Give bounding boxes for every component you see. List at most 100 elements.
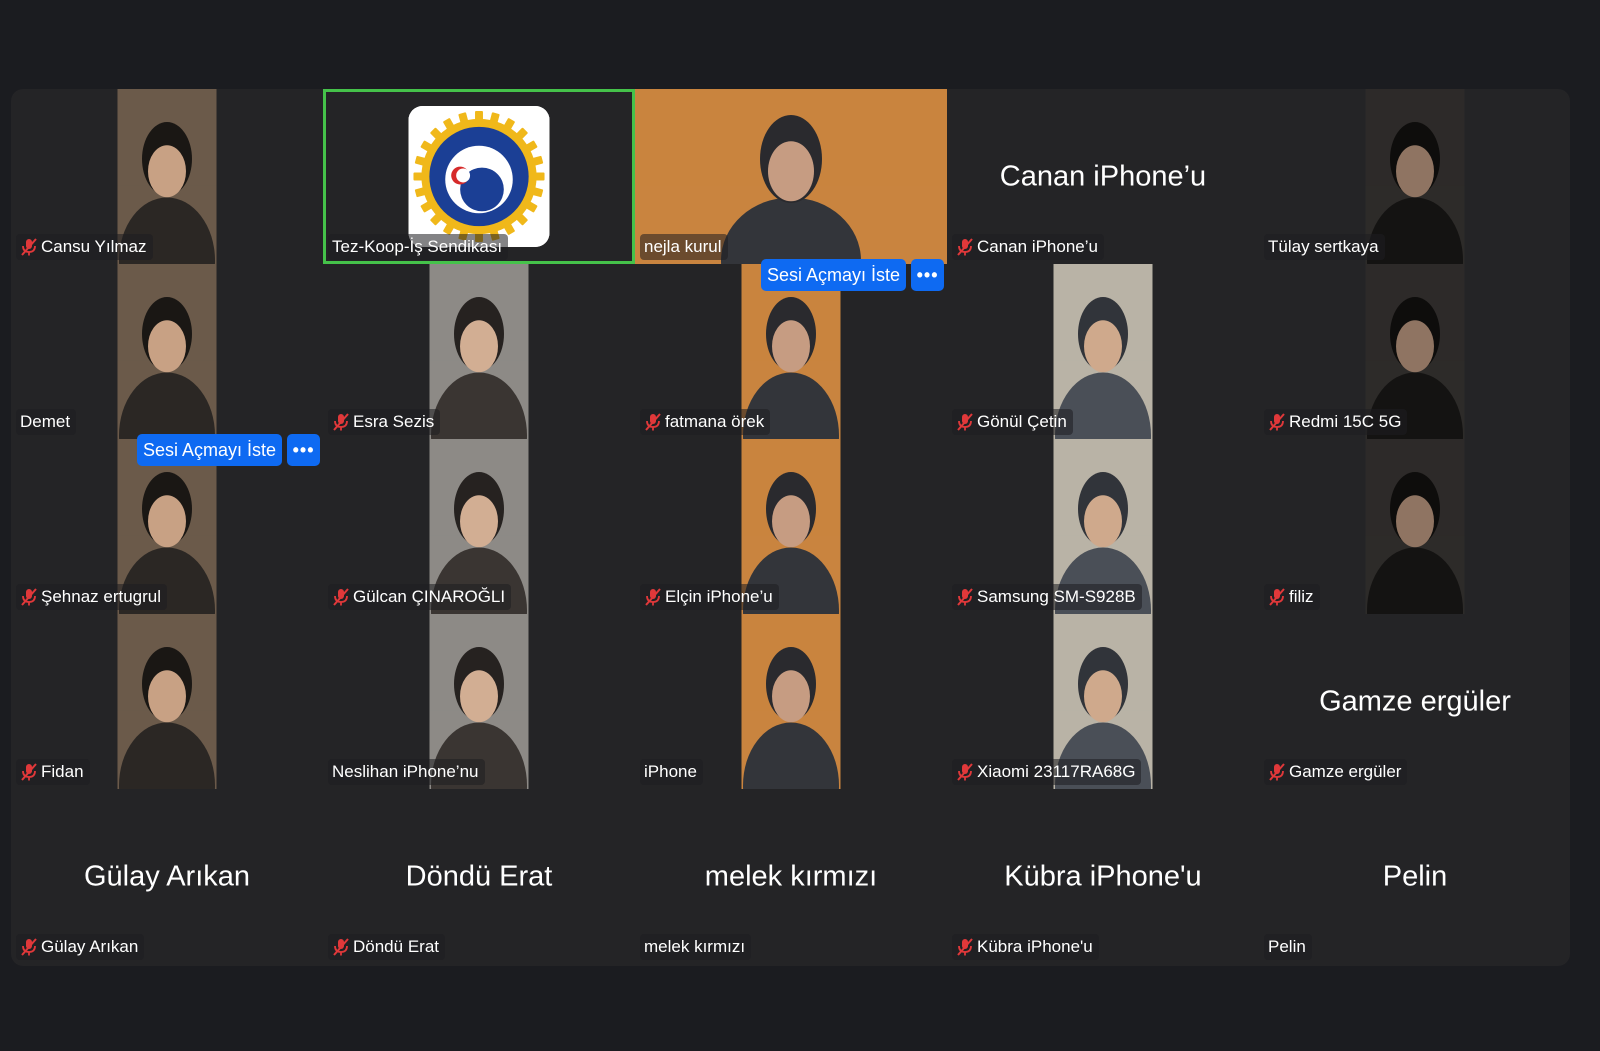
more-options-button[interactable]: ••• bbox=[287, 434, 321, 466]
participant-name: Cansu Yılmaz bbox=[41, 237, 147, 256]
participant-name: Gönül Çetin bbox=[977, 412, 1067, 431]
mic-muted-icon bbox=[333, 938, 349, 956]
more-options-button[interactable]: ••• bbox=[911, 259, 945, 291]
video-frame bbox=[117, 614, 217, 789]
participant-name-label: Cansu Yılmaz bbox=[16, 234, 153, 260]
participant-name-label: Esra Sezis bbox=[328, 409, 441, 435]
participant-name-label: Gülay Arıkan bbox=[16, 934, 145, 960]
participant-tile[interactable]: iPhone bbox=[635, 614, 947, 789]
mic-muted-icon bbox=[957, 763, 973, 781]
participant-tile[interactable]: Gamze ergüler Gamze ergüler bbox=[1259, 614, 1570, 789]
participant-name-label: melek kırmızı bbox=[640, 934, 752, 960]
participant-tile[interactable]: Döndü Erat Döndü Erat bbox=[323, 789, 635, 964]
participant-tile[interactable]: Elçin iPhone’u bbox=[635, 439, 947, 614]
participant-tile[interactable]: Samsung SM-S928B bbox=[947, 439, 1259, 614]
participant-name-label: fatmana örek bbox=[640, 409, 771, 435]
participant-name: Gülcan ÇINAROĞLI bbox=[353, 587, 506, 606]
participant-video bbox=[1365, 439, 1465, 614]
mic-muted-icon bbox=[333, 588, 349, 606]
participant-name: Kübra iPhone'u bbox=[977, 937, 1093, 956]
participant-name-label: Pelin bbox=[1264, 934, 1312, 960]
participant-tile[interactable]: Gülcan ÇINAROĞLI bbox=[323, 439, 635, 614]
video-frame bbox=[429, 264, 529, 439]
video-frame bbox=[741, 614, 841, 789]
participant-name: Xiaomi 23117RA68G bbox=[977, 762, 1136, 781]
participant-name: Gülay Arıkan bbox=[41, 937, 139, 956]
mic-muted-icon bbox=[1269, 413, 1285, 431]
participant-name: Pelin bbox=[1268, 937, 1306, 956]
participant-tile[interactable]: Tez-Koop-İş Sendikası bbox=[323, 89, 635, 264]
participant-name: Döndü Erat bbox=[353, 937, 439, 956]
mic-muted-icon bbox=[957, 413, 973, 431]
participant-tile[interactable]: Demet bbox=[11, 264, 323, 439]
participant-tile[interactable]: Neslihan iPhone’nu bbox=[323, 614, 635, 789]
participant-name-label: iPhone bbox=[640, 759, 703, 785]
ask-unmute-controls: Sesi Açmayı İste ••• bbox=[761, 259, 945, 291]
participant-name: Gamze ergüler bbox=[1289, 762, 1402, 781]
participant-name: Canan iPhone’u bbox=[977, 237, 1098, 256]
participant-name-label: Kübra iPhone'u bbox=[952, 934, 1099, 960]
participant-tile[interactable]: melek kırmızı melek kırmızı bbox=[635, 789, 947, 964]
participant-name-label: Gönül Çetin bbox=[952, 409, 1073, 435]
mic-muted-icon bbox=[1269, 588, 1285, 606]
participant-name: Tülay sertkaya bbox=[1268, 237, 1379, 256]
mic-muted-icon bbox=[1269, 763, 1285, 781]
mic-muted-icon bbox=[645, 413, 661, 431]
participant-tile[interactable]: Redmi 15C 5G bbox=[1259, 264, 1570, 439]
participant-name-label: Xiaomi 23117RA68G bbox=[952, 759, 1142, 785]
mic-muted-icon bbox=[957, 238, 973, 256]
participant-name: melek kırmızı bbox=[644, 937, 746, 956]
participant-tile[interactable]: Xiaomi 23117RA68G bbox=[947, 614, 1259, 789]
mic-muted-icon bbox=[21, 763, 37, 781]
participant-name: filiz bbox=[1289, 587, 1314, 606]
participant-tile[interactable]: Pelin Pelin bbox=[1259, 789, 1570, 964]
participant-name-label: Gamze ergüler bbox=[1264, 759, 1408, 785]
participant-name-label: Tez-Koop-İş Sendikası bbox=[328, 234, 509, 260]
participant-tile[interactable]: Cansu Yılmaz bbox=[11, 89, 323, 264]
profile-picture bbox=[408, 106, 550, 247]
participant-name-label: Şehnaz ertugrul bbox=[16, 584, 168, 610]
participant-name-label: nejla kurul bbox=[640, 234, 728, 260]
mic-muted-icon bbox=[333, 413, 349, 431]
participant-video bbox=[117, 264, 217, 439]
participant-tile[interactable]: filiz bbox=[1259, 439, 1570, 614]
mic-muted-icon bbox=[21, 938, 37, 956]
participant-display-name: Kübra iPhone'u bbox=[1004, 860, 1202, 892]
participant-name-label: Gülcan ÇINAROĞLI bbox=[328, 584, 512, 610]
participant-display-name: Canan iPhone’u bbox=[999, 160, 1207, 192]
ask-to-unmute-button[interactable]: Sesi Açmayı İste bbox=[137, 434, 283, 466]
participant-name-label: Döndü Erat bbox=[328, 934, 445, 960]
participant-name-label: Redmi 15C 5G bbox=[1264, 409, 1408, 435]
ask-to-unmute-button[interactable]: Sesi Açmayı İste bbox=[761, 259, 907, 291]
participant-tile[interactable]: nejla kurul bbox=[635, 89, 947, 264]
participant-name-label: Tülay sertkaya bbox=[1264, 234, 1385, 260]
participant-name-label: Elçin iPhone’u bbox=[640, 584, 779, 610]
participant-gallery: Cansu Yılmaz Tez-Koop-İş Sendikası nejla k… bbox=[11, 89, 1570, 966]
participant-tile[interactable]: Esra Sezis bbox=[323, 264, 635, 439]
participant-tile[interactable]: Gönül Çetin bbox=[947, 264, 1259, 439]
participant-tile[interactable]: Fidan bbox=[11, 614, 323, 789]
participant-display-name: Gamze ergüler bbox=[1319, 685, 1511, 717]
participant-name: fatmana örek bbox=[665, 412, 765, 431]
participant-name: Esra Sezis bbox=[353, 412, 435, 431]
participant-tile[interactable]: Tülay sertkaya bbox=[1259, 89, 1570, 264]
ask-unmute-controls: Sesi Açmayı İste ••• bbox=[137, 434, 321, 466]
participant-video bbox=[117, 614, 217, 789]
union-logo bbox=[408, 106, 550, 247]
participant-display-name: melek kırmızı bbox=[704, 860, 878, 892]
participant-tile[interactable]: fatmana örek Sesi Açmayı İste ••• bbox=[635, 259, 947, 439]
participant-video bbox=[741, 614, 841, 789]
mic-muted-icon bbox=[21, 588, 37, 606]
participant-name: Fidan bbox=[41, 762, 84, 781]
participant-tile[interactable]: Canan iPhone’u Canan iPhone’u bbox=[947, 89, 1259, 264]
participant-tile[interactable]: Şehnaz ertugrul Sesi Açmayı İste ••• bbox=[11, 434, 323, 614]
participant-name: Tez-Koop-İş Sendikası bbox=[332, 237, 503, 256]
participant-name: Şehnaz ertugrul bbox=[41, 587, 162, 606]
participant-tile[interactable]: Gülay Arıkan Gülay Arıkan bbox=[11, 789, 323, 964]
participant-name-label: Demet bbox=[16, 409, 77, 435]
participant-name: iPhone bbox=[644, 762, 697, 781]
participant-name-label: Fidan bbox=[16, 759, 90, 785]
participant-tile[interactable]: Kübra iPhone'u Kübra iPhone'u bbox=[947, 789, 1259, 964]
participant-name: Neslihan iPhone’nu bbox=[332, 762, 479, 781]
participant-name: nejla kurul bbox=[644, 237, 722, 256]
